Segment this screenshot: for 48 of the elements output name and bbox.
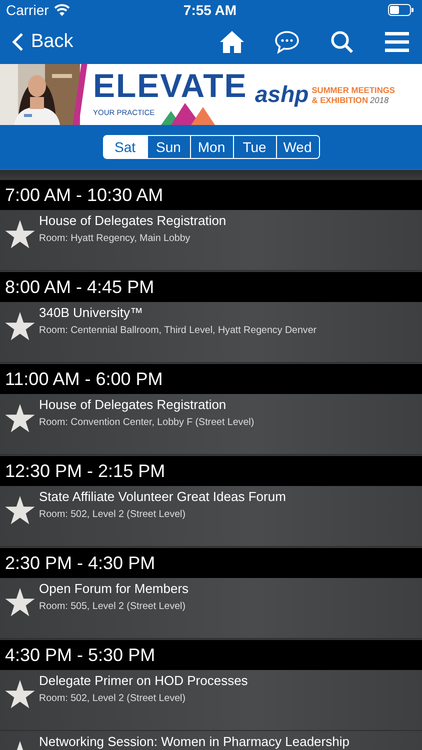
star-icon[interactable] xyxy=(5,680,35,709)
time-header: 8:00 AM - 4:45 PM xyxy=(0,272,422,302)
event-title: 340B University™ xyxy=(39,305,144,320)
event-room: Room: Hyatt Regency, Main Lobby xyxy=(39,233,192,244)
event-title: State Affiliate Volunteer Great Ideas Forum xyxy=(39,489,286,504)
home-button[interactable] xyxy=(219,29,245,55)
day-tab[interactable]: Sat xyxy=(104,136,146,158)
wifi-icon xyxy=(54,4,70,16)
event-title: House of Delegates Registration xyxy=(39,397,228,412)
event-name: SUMMER MEETINGS xyxy=(312,84,395,94)
star-icon[interactable] xyxy=(5,312,35,341)
menu-button[interactable] xyxy=(384,29,410,55)
event-title: Delegate Primer on HOD Processes xyxy=(39,673,248,688)
event-title: Networking Session: Women in Pharmacy Leadership xyxy=(39,734,350,749)
event-row[interactable]: House of Delegates Registration Room: Hyatt Regency, Main Lobby xyxy=(0,210,422,271)
event-title: Open Forum for Members xyxy=(39,581,189,596)
event-title: House of Delegates Registration xyxy=(39,213,226,228)
back-button[interactable]: Back xyxy=(12,31,74,53)
star-icon[interactable] xyxy=(5,496,35,525)
battery-icon xyxy=(388,4,414,16)
time-header: 2:30 PM - 4:30 PM xyxy=(0,548,422,578)
event-room: Room: 502, Level 2 (Street Level) xyxy=(39,693,186,704)
time-header: 12:30 PM - 2:15 PM xyxy=(0,456,422,486)
event-subtitle: & EXHIBITION xyxy=(312,94,368,104)
event-room: Room: 502, Level 2 (Street Level) xyxy=(39,509,186,520)
event-row[interactable]: State Affiliate Volunteer Great Ideas Forum Room: 502, Level 2 (Street Level) xyxy=(0,486,422,547)
event-row[interactable]: House of Delegates Registration Room: Convention Center, Lobby F (Street Level) xyxy=(0,394,422,455)
banner-headline: ELEVATE xyxy=(93,70,248,101)
chat-button[interactable] xyxy=(274,29,300,55)
logo-text: ashp xyxy=(255,81,309,108)
chevron-icon xyxy=(12,32,24,52)
event-row[interactable]: Delegate Primer on HOD Processes Room: 502, Level 2 (Street Level) xyxy=(0,670,422,731)
event-room: Room: Convention Center, Lobby F (Street Level) xyxy=(39,417,254,428)
star-icon[interactable] xyxy=(5,220,35,249)
time-header: 11:00 AM - 6:00 PM xyxy=(0,364,422,394)
event-room: Room: 505, Level 2 (Street Level) xyxy=(39,601,186,612)
event-year: 2018 xyxy=(370,94,389,104)
event-room: Room: Centennial Ballroom, Third Level, Hyatt Regency Denver xyxy=(39,325,317,336)
star-icon[interactable] xyxy=(5,588,35,617)
day-tab[interactable]: Wed xyxy=(276,136,318,158)
time-header: 7:00 AM - 10:30 AM xyxy=(0,180,422,210)
event-row[interactable]: 340B University™ Room: Centennial Ballroom, Third Level, Hyatt Regency Denver xyxy=(0,302,422,363)
search-button[interactable] xyxy=(329,29,355,55)
clock-time: 7:55 AM xyxy=(182,2,238,18)
time-header: 4:30 PM - 5:30 PM xyxy=(0,640,422,670)
event-row[interactable]: Open Forum for Members Room: 505, Level 2 (Street Level) xyxy=(0,578,422,639)
star-icon[interactable] xyxy=(5,404,35,433)
carrier-name: Carrier xyxy=(6,2,49,18)
